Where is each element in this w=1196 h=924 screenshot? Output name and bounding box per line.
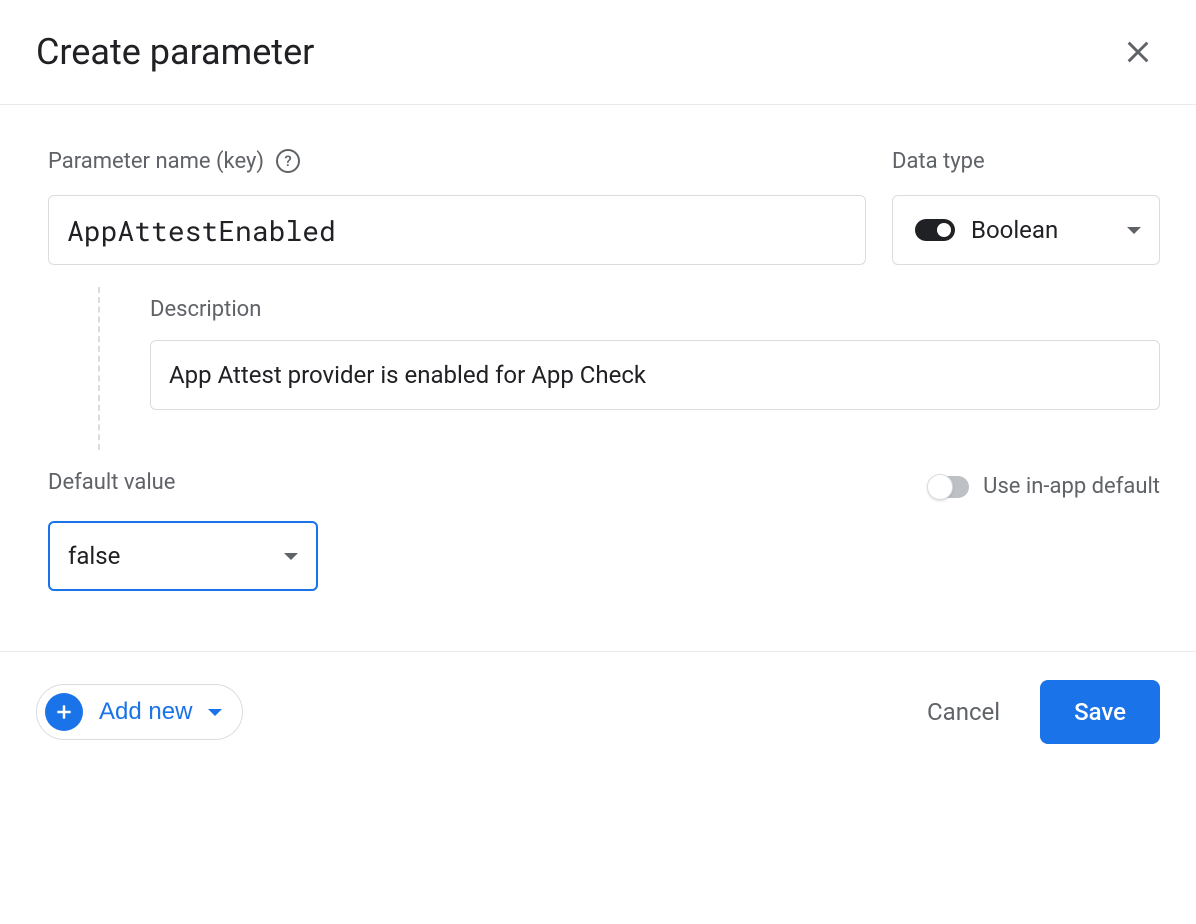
- data-type-label: Data type: [892, 149, 985, 174]
- chevron-down-icon: [208, 709, 222, 716]
- default-value-row: Default value false Use in-app default: [48, 470, 1160, 591]
- chevron-down-icon: [1127, 227, 1141, 234]
- create-parameter-dialog: Create parameter Parameter name (key) ? …: [0, 0, 1196, 772]
- default-value-group: Default value false: [48, 470, 318, 591]
- add-new-label: Add new: [99, 698, 192, 726]
- description-section: Description: [98, 287, 1160, 450]
- parameter-name-input[interactable]: [48, 195, 866, 265]
- data-type-value: Boolean: [971, 216, 1058, 244]
- boolean-toggle-icon: [915, 219, 955, 241]
- description-input[interactable]: [150, 340, 1160, 410]
- help-icon[interactable]: ?: [276, 149, 300, 173]
- inapp-default-label: Use in-app default: [983, 474, 1160, 499]
- parameter-name-label: Parameter name (key): [48, 149, 264, 174]
- inapp-default-group: Use in-app default: [929, 474, 1160, 499]
- top-field-row: Parameter name (key) ? Data type Boolean: [48, 145, 1160, 265]
- dialog-header: Create parameter: [0, 0, 1196, 105]
- data-type-label-row: Data type: [892, 145, 1160, 177]
- default-value-select[interactable]: false: [48, 521, 318, 591]
- add-new-button[interactable]: Add new: [36, 684, 243, 740]
- cancel-button[interactable]: Cancel: [927, 698, 1000, 726]
- dialog-content: Parameter name (key) ? Data type Boolean: [0, 105, 1196, 651]
- chevron-down-icon: [284, 553, 298, 560]
- description-label: Description: [150, 287, 1160, 322]
- dialog-footer: Add new Cancel Save: [0, 651, 1196, 772]
- dialog-title: Create parameter: [36, 31, 314, 73]
- close-button[interactable]: [1116, 30, 1160, 74]
- inapp-default-switch[interactable]: [929, 476, 969, 498]
- data-type-select-content: Boolean: [915, 216, 1058, 244]
- data-type-group: Data type Boolean: [892, 145, 1160, 265]
- data-type-select[interactable]: Boolean: [892, 195, 1160, 265]
- default-value-text: false: [68, 542, 120, 570]
- save-button[interactable]: Save: [1040, 680, 1160, 744]
- parameter-name-label-row: Parameter name (key) ?: [48, 145, 866, 177]
- plus-icon: [45, 693, 83, 731]
- parameter-name-group: Parameter name (key) ?: [48, 145, 866, 265]
- footer-actions: Cancel Save: [927, 680, 1160, 744]
- default-value-label: Default value: [48, 470, 318, 495]
- close-icon: [1124, 38, 1152, 66]
